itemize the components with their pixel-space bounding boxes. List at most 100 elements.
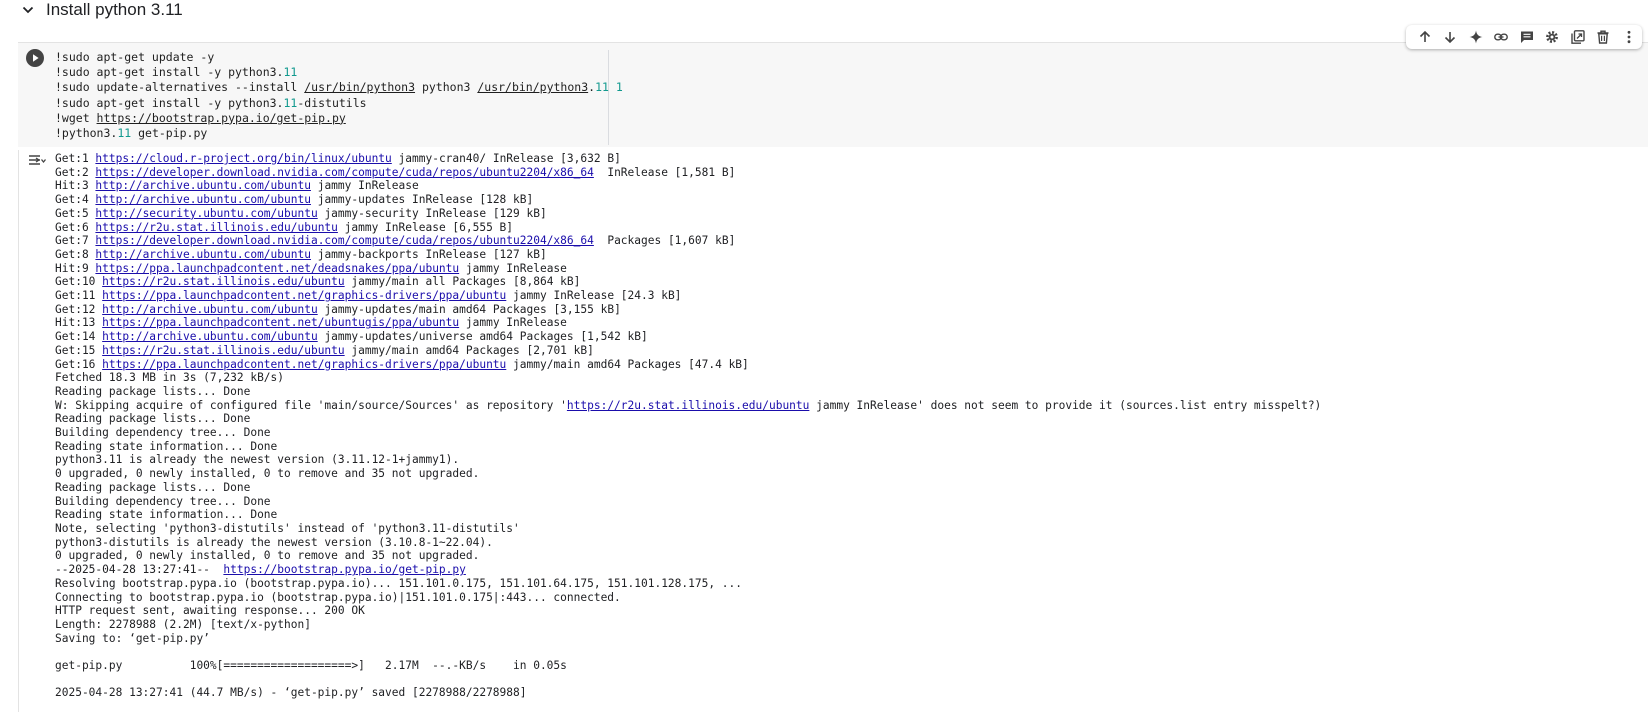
- output-link[interactable]: https://r2u.stat.illinois.edu/ubuntu: [102, 344, 344, 357]
- output-link[interactable]: https://ppa.launchpadcontent.net/ubuntug…: [102, 316, 459, 329]
- output-link[interactable]: https://developer.download.nvidia.com/co…: [95, 166, 593, 179]
- output-text-segment: jammy/main amd64 Packages [2,701 kB]: [344, 343, 594, 357]
- comment-button[interactable]: [1514, 25, 1540, 49]
- output-link[interactable]: https://r2u.stat.illinois.edu/ubuntu: [567, 399, 809, 412]
- output-line: Length: 2278988 (2.2M) [text/x-python]: [55, 618, 1321, 632]
- output-text-segment: jammy InRelease: [459, 261, 567, 275]
- mirror-cell-button[interactable]: [1565, 25, 1591, 49]
- settings-button[interactable]: [1540, 25, 1566, 49]
- output-text-segment: jammy InRelease: [310, 179, 419, 193]
- output-link[interactable]: https://r2u.stat.illinois.edu/ubuntu: [102, 275, 344, 288]
- mirror-icon: [1571, 30, 1585, 44]
- code-text: !sudo update-alternatives --install: [55, 80, 305, 95]
- delete-cell-button[interactable]: [1591, 25, 1617, 49]
- output-line: HTTP request sent, awaiting response... …: [55, 604, 1321, 618]
- output-link[interactable]: https://r2u.stat.illinois.edu/ubuntu: [95, 221, 337, 234]
- chevron-down-icon[interactable]: [20, 2, 36, 18]
- output-line: --2025-04-28 13:27:41-- https://bootstra…: [55, 563, 1321, 577]
- output-text-segment: Note, selecting 'python3-distutils' inst…: [55, 521, 520, 535]
- output-line: Reading package lists... Done: [55, 385, 1321, 399]
- trash-icon: [1597, 30, 1609, 44]
- sparkle-icon: [1469, 30, 1483, 44]
- output-link[interactable]: http://archive.ubuntu.com/ubuntu: [95, 179, 311, 192]
- code-line[interactable]: !python3.11 get-pip.py: [55, 126, 623, 141]
- output-text-segment: python3-distutils is already the newest …: [55, 535, 493, 549]
- output-link[interactable]: https://cloud.r-project.org/bin/linux/ub…: [95, 152, 391, 165]
- output-link[interactable]: http://archive.ubuntu.com/ubuntu: [95, 248, 311, 261]
- code-editor[interactable]: !sudo apt-get update -y !sudo apt-get ins…: [55, 50, 623, 141]
- output-text-segment: Get:7: [55, 234, 96, 248]
- output-line: Get:4 http://archive.ubuntu.com/ubuntu j…: [55, 193, 1321, 207]
- output-line: Get:6 https://r2u.stat.illinois.edu/ubun…: [55, 221, 1321, 235]
- output-text-segment: Reading state information... Done: [55, 439, 278, 453]
- output-line: Hit:9 https://ppa.launchpadcontent.net/d…: [55, 262, 1321, 276]
- code-cell[interactable]: !sudo apt-get update -y !sudo apt-get ins…: [18, 42, 1648, 147]
- output-line: W: Skipping acquire of configured file '…: [55, 399, 1321, 413]
- output-text-segment: Hit:9: [55, 261, 96, 275]
- output-link[interactable]: http://archive.ubuntu.com/ubuntu: [95, 193, 311, 206]
- cell-output: Get:1 https://cloud.r-project.org/bin/li…: [18, 150, 1649, 712]
- output-link[interactable]: https://ppa.launchpadcontent.net/deadsna…: [95, 262, 459, 275]
- output-text-segment: jammy InRelease [24.3 kB]: [506, 289, 682, 303]
- output-text-segment: Get:4: [55, 193, 96, 207]
- output-text-segment: Hit:3: [55, 179, 96, 193]
- output-text-segment: Get:15: [55, 343, 103, 357]
- output-line: Building dependency tree... Done: [55, 426, 1321, 440]
- more-options-button[interactable]: [1616, 25, 1642, 49]
- arrow-up-icon: [1419, 30, 1430, 42]
- output-link[interactable]: https://bootstrap.pypa.io/get-pip.py: [223, 563, 465, 576]
- copy-link-button[interactable]: [1489, 25, 1515, 49]
- section-title[interactable]: Install python 3.11: [46, 0, 183, 20]
- output-text-segment: jammy-updates/universe amd64 Packages [1…: [317, 330, 648, 344]
- output-text-segment: Saving to: ‘get-pip.py’: [55, 631, 210, 645]
- output-line: Get:15 https://r2u.stat.illinois.edu/ubu…: [55, 344, 1321, 358]
- move-up-button[interactable]: [1412, 25, 1438, 49]
- output-link[interactable]: http://security.ubuntu.com/ubuntu: [95, 207, 317, 220]
- code-line[interactable]: !sudo apt-get update -y: [55, 50, 623, 65]
- output-line: Get:8 http://archive.ubuntu.com/ubuntu j…: [55, 248, 1321, 262]
- output-actions-icon[interactable]: [28, 154, 47, 168]
- output-text-segment: Hit:13: [55, 316, 103, 330]
- output-link[interactable]: https://ppa.launchpadcontent.net/graphic…: [102, 358, 506, 371]
- output-line: Get:16 https://ppa.launchpadcontent.net/…: [55, 358, 1321, 372]
- output-text-segment: jammy-updates InRelease [128 kB]: [310, 193, 534, 207]
- move-down-button[interactable]: [1438, 25, 1464, 49]
- code-line[interactable]: !sudo apt-get install -y python3.11: [55, 65, 623, 80]
- output-text-segment: --2025-04-28 13:27:41--: [55, 563, 224, 577]
- play-icon: [27, 50, 43, 66]
- code-line[interactable]: !sudo update-alternatives --install /usr…: [55, 80, 623, 95]
- output-line: Get:14 http://archive.ubuntu.com/ubuntu …: [55, 330, 1321, 344]
- output-text-segment: HTTP request sent, awaiting response... …: [55, 604, 365, 618]
- output-text-segment: Get:14: [55, 330, 103, 344]
- output-text-segment: 2025-04-28 13:27:41 (44.7 MB/s) - ‘get-p…: [55, 686, 527, 700]
- output-link[interactable]: https://ppa.launchpadcontent.net/graphic…: [102, 289, 506, 302]
- output-link[interactable]: http://archive.ubuntu.com/ubuntu: [102, 303, 318, 316]
- gemini-button[interactable]: [1463, 25, 1489, 49]
- output-line: Get:5 http://security.ubuntu.com/ubuntu …: [55, 207, 1321, 221]
- output-text-segment: Get:8: [55, 247, 96, 261]
- output-line: Get:10 https://r2u.stat.illinois.edu/ubu…: [55, 275, 1321, 289]
- output-link[interactable]: http://archive.ubuntu.com/ubuntu: [102, 330, 318, 343]
- output-line: Saving to: ‘get-pip.py’: [55, 632, 1321, 646]
- code-line[interactable]: !wget https://bootstrap.pypa.io/get-pip.…: [55, 111, 623, 126]
- output-line: python3-distutils is already the newest …: [55, 536, 1321, 550]
- code-text: get-pip.py: [131, 126, 208, 141]
- code-path: https://bootstrap.pypa.io/get-pip.py: [96, 110, 346, 125]
- output-link[interactable]: https://developer.download.nvidia.com/co…: [95, 234, 593, 247]
- output-line: Connecting to bootstrap.pypa.io (bootstr…: [55, 591, 1321, 605]
- code-text: python3: [415, 80, 478, 95]
- code-line[interactable]: !sudo apt-get install -y python3.11-dist…: [55, 96, 623, 111]
- output-line: Get:11 https://ppa.launchpadcontent.net/…: [55, 289, 1321, 303]
- code-number: 11: [117, 126, 132, 141]
- code-number: 1: [615, 80, 623, 95]
- run-cell-button[interactable]: [26, 49, 44, 67]
- output-text-segment: jammy-updates/main amd64 Packages [3,155…: [317, 302, 621, 316]
- code-path: /usr/bin/python3: [477, 80, 589, 95]
- output-line: Note, selecting 'python3-distutils' inst…: [55, 522, 1321, 536]
- output-text-segment: Get:11: [55, 289, 103, 303]
- code-text: !sudo apt-get install -y python3.: [55, 95, 284, 110]
- output-text-segment: Reading package lists... Done: [55, 412, 251, 426]
